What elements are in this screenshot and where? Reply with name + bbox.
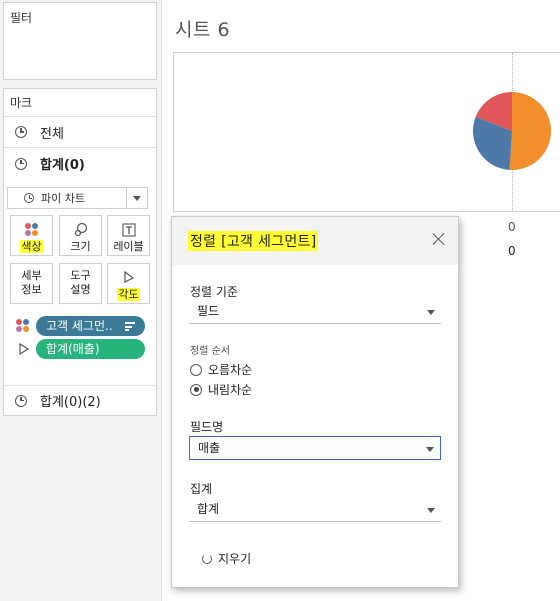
tooltip-tile-label: 도구 설명 (70, 269, 91, 296)
text-label-icon (108, 220, 149, 240)
field-name-value: 매출 (198, 441, 221, 455)
dropdown-separator (126, 188, 127, 208)
sort-by-select[interactable]: 필드 (189, 300, 441, 324)
size-tile[interactable]: 크기 (59, 215, 102, 256)
angle-icon (108, 268, 149, 288)
axis-tick-label: 0 (508, 220, 516, 234)
sort-by-label: 정렬 기준 (190, 285, 238, 299)
field-name-select[interactable]: 매출 (189, 436, 441, 460)
ascending-radio[interactable]: 오름차순 (190, 361, 252, 378)
color-dots-icon (16, 319, 30, 333)
sort-by-value: 필드 (197, 304, 220, 318)
chevron-down-icon (133, 196, 141, 201)
pie-mark-icon (24, 193, 34, 203)
segment-pill-label: 고객 세그먼.. (46, 319, 113, 333)
marks-title: 마크 (4, 89, 156, 117)
undo-icon (202, 553, 212, 564)
detail-tile-label: 세부 정보 (21, 269, 42, 296)
marks-sum-row[interactable]: 합계(0) (4, 148, 156, 179)
angle-tile-label: 각도 (117, 288, 140, 301)
mark-type-label: 파이 차트 (41, 192, 85, 205)
color-tile-label: 색상 (20, 240, 43, 253)
sort-order-label: 정렬 순서 (190, 346, 230, 357)
aggregation-select[interactable]: 합계 (189, 498, 441, 522)
size-tile-label: 크기 (70, 240, 91, 253)
label-tile-label: 레이블 (113, 240, 144, 253)
chevron-down-icon (426, 447, 434, 452)
chevron-down-icon (427, 310, 435, 315)
sheet-title: 시트 6 (175, 19, 231, 41)
radio-button-icon (190, 363, 202, 376)
sales-pill-label: 합계(매출) (46, 342, 100, 356)
marks-all-label: 전체 (40, 126, 64, 142)
radio-button-icon (190, 383, 202, 396)
chevron-down-icon (427, 508, 435, 513)
size-icon (60, 220, 101, 240)
detail-tile[interactable]: 세부 정보 (10, 263, 53, 304)
color-dots-icon (11, 220, 52, 240)
aggregation-label: 집계 (190, 482, 213, 496)
filters-title: 필터 (10, 11, 33, 25)
marks-sum2-row[interactable]: 합계(0)(2) (4, 385, 156, 415)
sales-angle-pill[interactable]: 합계(매출) (36, 339, 145, 359)
sort-dialog: 정렬 [고객 세그먼트] 정렬 기준 필드 정렬 순서 오름차순 내림차순 필드… (171, 216, 459, 588)
color-tile[interactable]: 색상 (10, 215, 53, 256)
tooltip-tile[interactable]: 도구 설명 (59, 263, 102, 304)
marks-sum-label: 합계(0) (40, 158, 85, 173)
mark-type-dropdown[interactable]: 파이 차트 (7, 187, 148, 209)
clear-button[interactable]: 지우기 (202, 550, 251, 567)
pie-mark-icon (15, 157, 27, 170)
marks-sum2-label: 합계(0)(2) (40, 395, 101, 410)
ascending-label: 오름차순 (208, 363, 253, 377)
column-header-label: 0 (508, 244, 516, 258)
field-name-label: 필드명 (190, 420, 224, 434)
angle-icon (19, 343, 30, 355)
dialog-title: 정렬 [고객 세그먼트] (188, 231, 319, 251)
marks-all-row[interactable]: 전체 (4, 117, 156, 148)
left-panel: 필터 마크 전체 합계(0) 파이 차트 색상 크기 레이블 세부 정보 도구 … (0, 0, 162, 601)
pie-chart[interactable] (472, 91, 552, 171)
clear-label: 지우기 (218, 552, 252, 566)
label-tile[interactable]: 레이블 (107, 215, 150, 256)
segment-color-pill[interactable]: 고객 세그먼.. (36, 316, 145, 336)
close-icon[interactable] (432, 232, 446, 246)
aggregation-value: 합계 (197, 502, 220, 516)
filters-shelf[interactable]: 필터 (3, 2, 157, 80)
pie-mark-icon (15, 394, 27, 407)
pie-slice[interactable] (509, 92, 551, 170)
descending-radio[interactable]: 내림차순 (190, 381, 252, 398)
sort-descending-icon (125, 322, 135, 331)
dialog-header: 정렬 [고객 세그먼트] (172, 217, 458, 265)
angle-tile[interactable]: 각도 (107, 263, 150, 304)
descending-label: 내림차순 (208, 383, 253, 397)
pie-mark-icon (15, 126, 27, 138)
